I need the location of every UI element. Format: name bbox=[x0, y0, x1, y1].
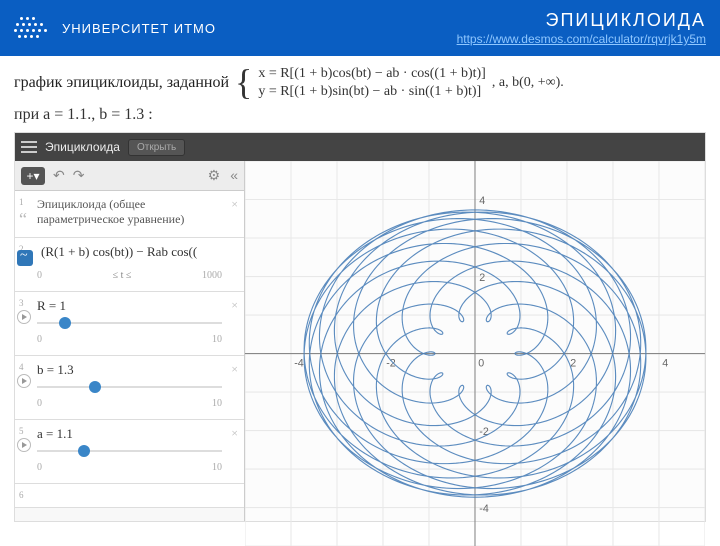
open-button[interactable]: Открыть bbox=[128, 139, 185, 156]
eq-y: y = R[(1 + b)sin(bt) − ab · sin((1 + b)t… bbox=[258, 84, 486, 100]
equation-row: график эпициклоиды, заданной { x = R[(1 … bbox=[14, 66, 706, 100]
logo: УНИВЕРСИТЕТ ИТМО bbox=[14, 17, 216, 39]
close-icon[interactable]: × bbox=[231, 426, 238, 441]
add-button[interactable]: +▾ bbox=[21, 167, 45, 185]
panel-toolbar: +▾ ↶ ↷ ⚙ « bbox=[15, 161, 244, 191]
svg-text:2: 2 bbox=[479, 272, 485, 284]
graph-canvas[interactable]: -4-2024-4-224 bbox=[245, 161, 705, 521]
svg-text:-4: -4 bbox=[294, 357, 304, 369]
logo-icon bbox=[14, 17, 52, 39]
app-title: Эпициклоида bbox=[45, 140, 120, 154]
collapse-icon[interactable]: « bbox=[230, 167, 238, 184]
description-text: график эпициклоиды, заданной bbox=[14, 74, 229, 92]
param-values: при a = 1.1., b = 1.3 : bbox=[14, 106, 706, 124]
expression-row[interactable]: 3×R = 1010 bbox=[15, 292, 244, 356]
expression-row[interactable]: 2(R(1 + b) cos(bt)) − Rab cos((0≤ t ≤100… bbox=[15, 238, 244, 292]
svg-text:4: 4 bbox=[479, 195, 485, 207]
eq-domain: , a, b(0, +∞). bbox=[492, 75, 564, 91]
header: УНИВЕРСИТЕТ ИТМО ЭПИЦИКЛОИДА https://www… bbox=[0, 0, 720, 56]
play-icon[interactable] bbox=[17, 438, 31, 452]
expression-row[interactable]: 1×“Эпициклоида (общее параметрическое ур… bbox=[15, 191, 244, 238]
expression-row[interactable]: 4×b = 1.3010 bbox=[15, 356, 244, 420]
play-icon[interactable] bbox=[17, 310, 31, 324]
svg-text:0: 0 bbox=[478, 357, 484, 369]
university-name: УНИВЕРСИТЕТ ИТМО bbox=[62, 21, 216, 36]
wave-icon[interactable] bbox=[17, 250, 33, 266]
svg-text:-4: -4 bbox=[479, 503, 489, 515]
expression-panel: +▾ ↶ ↷ ⚙ « 1×“Эпициклоида (общее парамет… bbox=[15, 161, 245, 521]
eq-x: x = R[(1 + b)cos(bt) − ab · cos((1 + b)t… bbox=[258, 66, 486, 82]
desmos-app: Эпициклоида Открыть desmos +▾ ↶ ↷ ⚙ « 1×… bbox=[14, 132, 706, 522]
gear-icon[interactable]: ⚙ bbox=[208, 167, 221, 184]
expression-row[interactable]: 6 bbox=[15, 484, 244, 508]
undo-icon[interactable]: ↶ bbox=[53, 167, 65, 184]
redo-icon[interactable]: ↷ bbox=[73, 167, 85, 184]
svg-text:4: 4 bbox=[662, 357, 668, 369]
close-icon[interactable]: × bbox=[231, 298, 238, 313]
expression-row[interactable]: 5×a = 1.1010 bbox=[15, 420, 244, 484]
close-icon[interactable]: × bbox=[231, 197, 238, 212]
play-icon[interactable] bbox=[17, 374, 31, 388]
menu-icon[interactable] bbox=[21, 141, 37, 153]
desmos-link[interactable]: https://www.desmos.com/calculator/rqvrjk… bbox=[457, 32, 706, 46]
brace-icon: { bbox=[235, 72, 252, 94]
app-toolbar: Эпициклоида Открыть bbox=[15, 133, 705, 161]
page-title: ЭПИЦИКЛОИДА bbox=[457, 10, 706, 31]
close-icon[interactable]: × bbox=[231, 362, 238, 377]
